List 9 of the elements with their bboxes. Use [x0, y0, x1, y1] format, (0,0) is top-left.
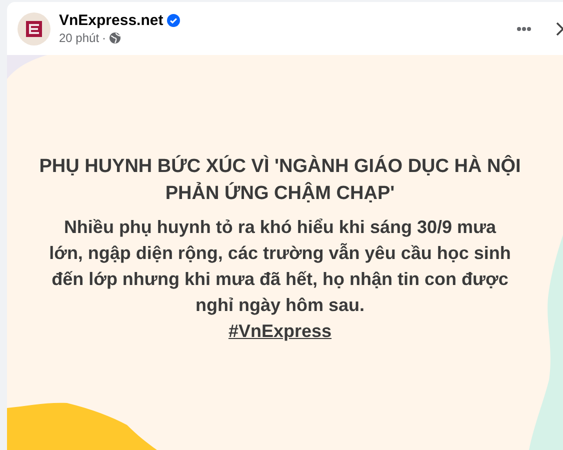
author-name[interactable]: VnExpress.net [59, 12, 164, 29]
post-headline: PHỤ HUYNH BỨC XÚC VÌ 'NGÀNH GIÁO DỤC HÀ NỘI PHẢN ỨNG CHẬM CHẠP' [38, 154, 522, 206]
avatar-logo-icon[interactable] [17, 12, 51, 46]
post-time[interactable]: 20 phút [59, 31, 100, 45]
separator: · [102, 31, 106, 45]
post-text: Nhiều phụ huynh tỏ ra khó hiểu khi sáng 30/9 mưa lớn, ngập diện rộng, các trường vẫn yêu cầu học sinh đến lớp nhưng khi mưa đã hết, họ nhận tin con được nghỉ ngày hôm sau. [48, 216, 512, 317]
more-icon[interactable] [516, 26, 532, 32]
hashtag-link[interactable]: #VnExpress [228, 318, 332, 344]
globe-icon [109, 32, 122, 44]
